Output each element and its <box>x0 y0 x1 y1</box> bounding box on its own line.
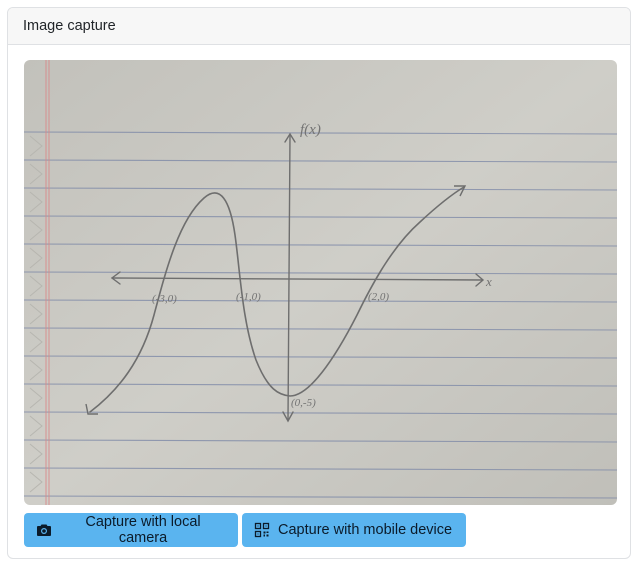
capture-mobile-device-button[interactable]: Capture with mobile device <box>242 513 466 547</box>
y-axis-label: f(x) <box>300 122 321 138</box>
card-header: Image capture <box>8 8 630 45</box>
x-axis-label: x <box>485 274 492 289</box>
point-label: (-3,0) <box>152 293 177 305</box>
image-capture-card: Image capture f(x) x (-3,0) (-1,0) (2,0)… <box>7 7 631 559</box>
point-label: (0,-5) <box>291 397 316 409</box>
qr-code-icon <box>254 522 270 538</box>
notebook-photo: f(x) x (-3,0) (-1,0) (2,0) (0,-5) <box>24 60 617 505</box>
capture-local-camera-button[interactable]: Capture with local camera <box>24 513 238 547</box>
camera-icon <box>36 523 52 537</box>
card-title: Image capture <box>23 18 116 34</box>
capture-mobile-device-label: Capture with mobile device <box>278 522 453 538</box>
capture-local-camera-label: Capture with local camera <box>85 514 201 546</box>
point-label: (2,0) <box>368 291 389 303</box>
captured-image: f(x) x (-3,0) (-1,0) (2,0) (0,-5) <box>24 60 617 505</box>
point-label: (-1,0) <box>236 291 261 303</box>
